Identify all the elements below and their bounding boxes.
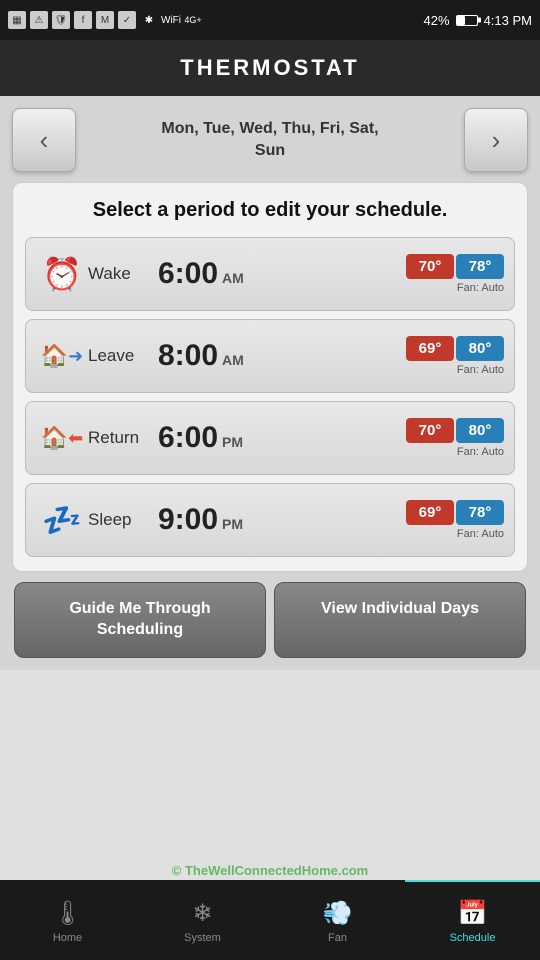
return-time-value: 6:00 xyxy=(158,421,218,455)
leave-time-value: 8:00 xyxy=(158,339,218,373)
wake-ampm: AM xyxy=(222,270,244,286)
return-temp-badges: 70° 80° xyxy=(406,418,504,443)
schedule-card: Select a period to edit your schedule. ⏰… xyxy=(12,182,528,572)
leave-period-row[interactable]: 🏠➜ Leave 8:00 AM 69° 80° Fan: Auto xyxy=(25,319,515,393)
leave-label: Leave xyxy=(88,346,158,366)
alert-icon: ⚠ xyxy=(30,11,48,29)
footer-fan-label: Fan xyxy=(328,932,347,944)
footer-schedule[interactable]: 📅 Schedule xyxy=(405,880,540,960)
facebook-icon: f xyxy=(74,11,92,29)
sleep-period-row[interactable]: 💤 Sleep 9:00 PM 69° 78° Fan: Auto xyxy=(25,483,515,557)
wake-icon: ⏰ xyxy=(36,248,88,300)
return-time: 6:00 PM xyxy=(158,421,406,455)
return-label: Return xyxy=(88,428,158,448)
sleep-ampm: PM xyxy=(222,516,243,532)
status-bar: ▦ ⚠ 🛡 f M ✓ ✱ WiFi 4G+ 42% 4:13 PM xyxy=(0,0,540,40)
footer-nav: 🌡 Home ❄ System 💨 Fan 📅 Schedule xyxy=(0,880,540,960)
footer-home[interactable]: 🌡 Home xyxy=(0,880,135,960)
days-display: Mon, Tue, Wed, Thu, Fri, Sat,Sun xyxy=(84,118,456,163)
status-icons-left: ▦ ⚠ 🛡 f M ✓ ✱ WiFi 4G+ xyxy=(8,11,202,29)
sleep-icon: 💤 xyxy=(36,494,88,546)
check-icon: ✓ xyxy=(118,11,136,29)
home-thermometer-icon: 🌡 xyxy=(52,899,82,928)
sleep-time: 9:00 PM xyxy=(158,503,406,537)
clock: 4:13 PM xyxy=(484,13,532,28)
return-temps: 70° 80° Fan: Auto xyxy=(406,418,504,458)
footer-schedule-label: Schedule xyxy=(450,932,496,944)
leave-ampm: AM xyxy=(222,352,244,368)
wake-heat-temp: 70° xyxy=(406,254,454,279)
sleep-label: Sleep xyxy=(88,510,158,530)
wake-period-row[interactable]: ⏰ Wake 6:00 AM 70° 78° Fan: Auto xyxy=(25,237,515,311)
leave-heat-temp: 69° xyxy=(406,336,454,361)
sleep-cool-temp: 78° xyxy=(456,500,504,525)
footer-fan[interactable]: 💨 Fan xyxy=(270,880,405,960)
schedule-calendar-icon: 📅 xyxy=(458,899,488,928)
leave-temp-badges: 69° 80° xyxy=(406,336,504,361)
battery-percent: 42% xyxy=(424,13,450,28)
sleep-time-value: 9:00 xyxy=(158,503,218,537)
return-cool-temp: 80° xyxy=(456,418,504,443)
gmail-icon: M xyxy=(96,11,114,29)
guide-scheduling-button[interactable]: Guide Me Through Scheduling xyxy=(14,582,266,658)
return-ampm: PM xyxy=(222,434,243,450)
wake-temps: 70° 78° Fan: Auto xyxy=(406,254,504,294)
return-fan: Fan: Auto xyxy=(457,446,504,458)
wake-temp-badges: 70° 78° xyxy=(406,254,504,279)
sleep-temps: 69° 78° Fan: Auto xyxy=(406,500,504,540)
wake-fan: Fan: Auto xyxy=(457,282,504,294)
wake-cool-temp: 78° xyxy=(456,254,504,279)
footer-system-label: System xyxy=(184,932,221,944)
status-right: 42% 4:13 PM xyxy=(424,13,532,28)
battery-bar xyxy=(456,15,478,26)
sim-icon: ▦ xyxy=(8,11,26,29)
leave-cool-temp: 80° xyxy=(456,336,504,361)
view-individual-days-button[interactable]: View Individual Days xyxy=(274,582,526,658)
app-title: THERMOSTAT xyxy=(180,55,360,81)
signal-icon: 4G+ xyxy=(184,11,202,29)
bluetooth-icon: ✱ xyxy=(140,11,158,29)
footer-system[interactable]: ❄ System xyxy=(135,880,270,960)
wake-time: 6:00 AM xyxy=(158,257,406,291)
main-content: ‹ Mon, Tue, Wed, Thu, Fri, Sat,Sun › Sel… xyxy=(0,96,540,670)
wifi-icon: WiFi xyxy=(162,11,180,29)
app-header: THERMOSTAT xyxy=(0,40,540,96)
leave-icon: 🏠➜ xyxy=(36,330,88,382)
schedule-card-title: Select a period to edit your schedule. xyxy=(25,197,515,223)
days-nav-row: ‹ Mon, Tue, Wed, Thu, Fri, Sat,Sun › xyxy=(12,108,528,172)
leave-temps: 69° 80° Fan: Auto xyxy=(406,336,504,376)
return-icon: 🏠⬅ xyxy=(36,412,88,464)
next-button[interactable]: › xyxy=(464,108,528,172)
watermark: © TheWellConnectedHome.com xyxy=(0,863,540,878)
footer-home-label: Home xyxy=(53,932,82,944)
sleep-temp-badges: 69° 78° xyxy=(406,500,504,525)
bottom-buttons: Guide Me Through Scheduling View Individ… xyxy=(12,582,528,658)
leave-time: 8:00 AM xyxy=(158,339,406,373)
fan-icon: 💨 xyxy=(323,899,353,928)
sleep-heat-temp: 69° xyxy=(406,500,454,525)
return-period-row[interactable]: 🏠⬅ Return 6:00 PM 70° 80° Fan: Auto xyxy=(25,401,515,475)
return-heat-temp: 70° xyxy=(406,418,454,443)
sleep-fan: Fan: Auto xyxy=(457,528,504,540)
system-snowflake-icon: ❄ xyxy=(192,899,212,928)
leave-fan: Fan: Auto xyxy=(457,364,504,376)
wake-time-value: 6:00 xyxy=(158,257,218,291)
wake-label: Wake xyxy=(88,264,158,284)
shield-icon: 🛡 xyxy=(52,11,70,29)
battery-fill xyxy=(457,16,465,25)
prev-button[interactable]: ‹ xyxy=(12,108,76,172)
